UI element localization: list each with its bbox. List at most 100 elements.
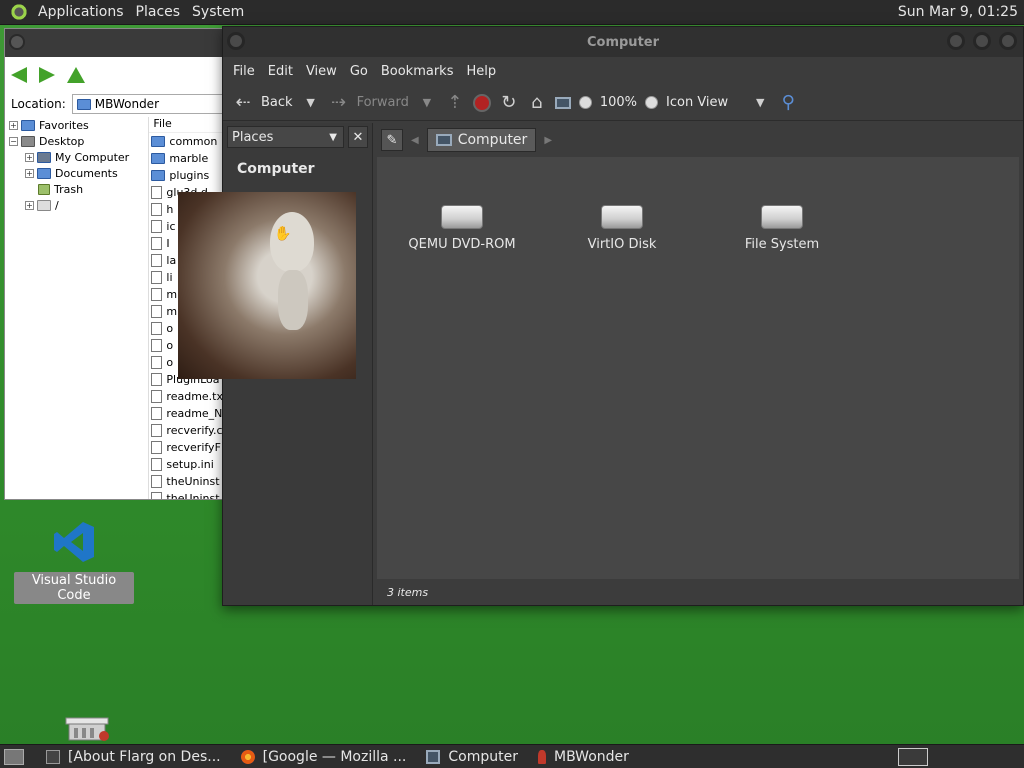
computer-titlebar[interactable]: Computer [223,27,1023,57]
tree-item[interactable]: + My Computer [9,149,148,165]
menu-system[interactable]: System [188,4,252,20]
zoom-out-button[interactable] [578,96,592,109]
menu-help[interactable]: Help [466,64,509,79]
menu-bookmarks[interactable]: Bookmarks [381,64,467,79]
location-input[interactable]: MBWonder [71,94,223,114]
video-popup[interactable]: ✋ [178,192,356,379]
file-list-item[interactable]: marble [149,150,223,167]
taskbar-item[interactable]: [Google — Mozilla ... [231,745,417,768]
file-icon [151,254,163,267]
workspace-switcher[interactable] [898,747,928,766]
up-arrow-icon[interactable] [67,67,85,83]
back-arrow-icon[interactable] [11,67,27,83]
forward-arrow-icon[interactable] [39,67,55,83]
file-name: o [166,322,174,335]
expander-icon[interactable]: + [25,168,34,178]
firefox-icon [240,749,255,764]
menu-go[interactable]: Go [350,64,381,79]
breadcrumb-computer[interactable]: Computer [426,128,537,152]
reload-icon[interactable]: ↻ [499,92,519,113]
path-bar: ✎ ◀ Computer ▶ [373,123,1023,157]
tree-item[interactable]: + Favorites [9,117,148,133]
show-desktop-icon[interactable] [4,748,24,765]
tree-item[interactable]: + Documents [9,165,148,181]
file-list-item[interactable]: recverifyF [149,439,223,456]
file-list-item[interactable]: plugins [149,167,223,184]
close-button[interactable] [999,32,1017,50]
zoom-in-button[interactable] [645,96,659,109]
close-side-pane-icon[interactable]: ✕ [348,126,368,148]
expander-icon[interactable]: + [25,200,34,210]
forward-icon[interactable]: ⇢ [329,92,349,113]
view-mode-dropdown-icon[interactable]: ▼ [750,93,770,113]
icon-view: QEMU DVD-ROM VirtIO Disk File System [377,157,1019,579]
documents-icon [37,167,51,179]
tree-item[interactable]: + / [9,197,148,213]
file-list-item[interactable]: theUninst [149,490,223,499]
places-section-header: Computer [237,161,315,177]
drive-item[interactable]: QEMU DVD-ROM [397,205,527,252]
back-icon[interactable]: ⇠ [233,92,253,113]
mbwonder-titlebar[interactable] [5,29,223,57]
status-bar: 3 items [373,579,1023,605]
taskbar-item[interactable]: Computer [416,745,528,768]
back-history-dropdown-icon[interactable]: ▼ [301,93,321,113]
menubar: File Edit View Go Bookmarks Help [223,57,1023,85]
stop-icon[interactable] [472,93,491,112]
clock[interactable]: Sun Mar 9, 01:25 [898,4,1024,20]
zoom-level[interactable]: 100% [600,95,637,110]
file-list-item[interactable]: readme.tx [149,388,223,405]
expander-icon[interactable]: + [25,152,34,162]
tree-item[interactable]: − Desktop [9,133,148,149]
home-icon[interactable]: ⌂ [527,92,547,113]
file-name: common [169,135,218,148]
file-list-item[interactable]: recverify.c [149,422,223,439]
tree-item[interactable]: Trash [9,181,148,197]
menu-view[interactable]: View [306,64,350,79]
menu-edit[interactable]: Edit [268,64,306,79]
path-right-arrow-icon[interactable]: ▶ [544,135,552,146]
forward-history-dropdown-icon[interactable]: ▼ [417,93,437,113]
back-button[interactable]: Back [261,95,293,110]
top-panel: Applications Places System Sun Mar 9, 01… [0,0,1024,25]
trash-applet-icon[interactable] [64,716,110,742]
forward-button[interactable]: Forward [357,95,409,110]
file-icon [151,424,163,437]
window-menu-button[interactable] [9,34,25,50]
file-name: h [166,203,174,216]
window-title: Computer [586,34,660,50]
minimize-button[interactable] [947,32,965,50]
desktop-icon-vscode[interactable]: Visual Studio Code [14,520,134,604]
window-menu-button[interactable] [227,32,245,50]
desktop-icon-label: Visual Studio Code [14,572,134,604]
file-list-item[interactable]: setup.ini [149,456,223,473]
file-list-item[interactable]: theUninst [149,473,223,490]
mate-logo-icon[interactable] [10,3,28,21]
file-icon [151,373,163,386]
path-left-arrow-icon[interactable]: ◀ [411,135,419,146]
drive-item[interactable]: File System [717,205,847,252]
file-list-item[interactable]: common [149,133,223,150]
up-icon[interactable]: ⇡ [445,92,465,113]
column-header-file[interactable]: File [149,117,223,133]
side-pane-selector[interactable]: Places ▼ [227,126,344,148]
computer-icon[interactable] [554,96,571,109]
creature-body [278,270,308,330]
search-icon[interactable]: ⚲ [778,92,798,113]
vscode-logo-icon [54,522,94,562]
expander-icon[interactable]: − [9,136,18,146]
menu-file[interactable]: File [233,64,268,79]
file-icon [151,305,163,318]
view-mode-select[interactable]: Icon View [666,95,728,110]
taskbar-item[interactable]: MBWonder [528,745,639,768]
menu-places[interactable]: Places [132,4,189,20]
folder-tree: + Favorites − Desktop + My Computer + Docume… [5,117,148,499]
maximize-button[interactable] [973,32,991,50]
edit-location-icon[interactable]: ✎ [381,129,403,151]
expander-icon[interactable]: + [9,120,18,130]
file-icon [151,322,163,335]
drive-item[interactable]: VirtIO Disk [557,205,687,252]
file-list-item[interactable]: readme_N [149,405,223,422]
taskbar-item[interactable]: [About Flarg on Des... [36,745,231,768]
menu-applications[interactable]: Applications [34,4,132,20]
